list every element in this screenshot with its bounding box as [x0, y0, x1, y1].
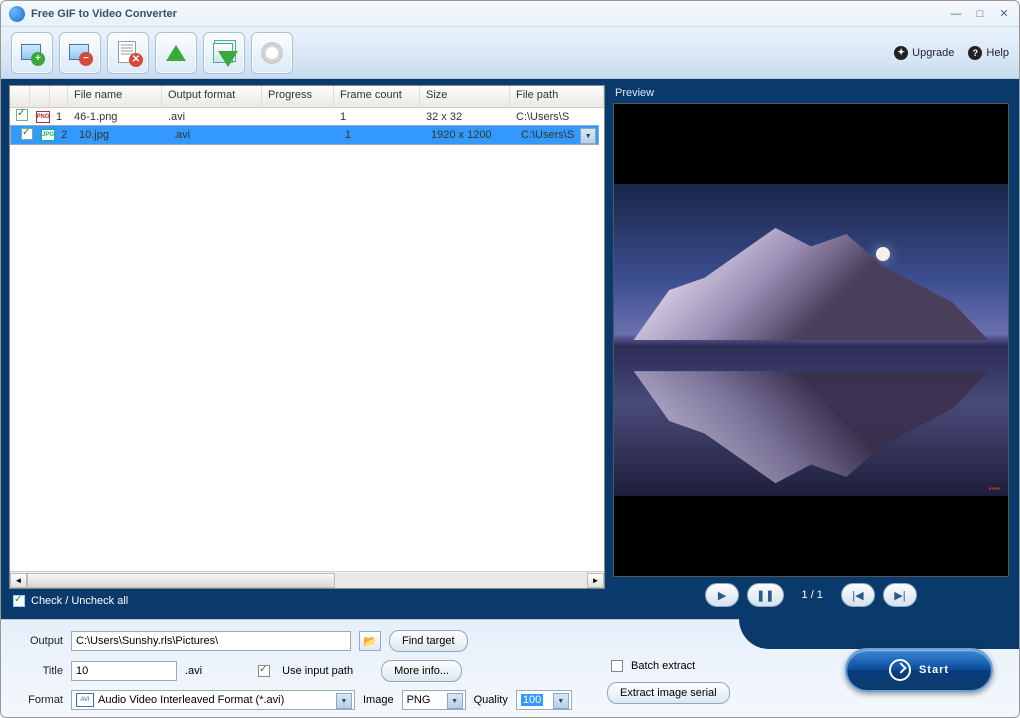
play-button[interactable]: ▶: [705, 583, 739, 607]
col-filepath[interactable]: File path: [510, 86, 604, 107]
bottom-panel: Output 📂 Find target Title .avi Use inpu…: [1, 619, 1019, 717]
find-target-button[interactable]: Find target: [389, 630, 468, 652]
scroll-thumb[interactable]: [27, 573, 335, 588]
use-input-path-checkbox[interactable]: [258, 665, 270, 677]
quality-label: Quality: [474, 694, 508, 706]
file-list: File name Output format Progress Frame c…: [9, 85, 605, 589]
folder-icon: 📂: [363, 635, 377, 648]
start-button[interactable]: Start: [845, 648, 993, 692]
check-all-checkbox[interactable]: [13, 595, 25, 607]
more-info-button[interactable]: More info...: [381, 660, 462, 682]
use-input-path-label: Use input path: [282, 665, 353, 677]
horizontal-scrollbar[interactable]: ◄ ►: [10, 571, 604, 588]
col-format[interactable]: Output format: [162, 86, 262, 107]
toolbar: + − ✕ ✦Upgrade ?Help: [1, 27, 1019, 79]
pause-button[interactable]: ❚❚: [747, 583, 783, 607]
file-type-icon: JPG: [41, 129, 55, 141]
column-headers: File name Output format Progress Frame c…: [10, 86, 604, 108]
check-all-label: Check / Uncheck all: [31, 595, 128, 607]
clear-list-button[interactable]: ✕: [107, 32, 149, 74]
preview-controls: ▶ ❚❚ 1 / 1 |◀ ▶|: [613, 577, 1009, 613]
upgrade-icon: ✦: [894, 46, 908, 60]
title-label: Title: [15, 665, 63, 677]
browse-output-button[interactable]: 📂: [359, 631, 381, 651]
extract-serial-button[interactable]: Extract image serial: [607, 682, 730, 704]
title-bar: Free GIF to Video Converter — □ ✕: [1, 1, 1019, 27]
maximize-button[interactable]: □: [973, 7, 987, 21]
title-input[interactable]: [71, 661, 177, 681]
minimize-button[interactable]: —: [949, 7, 963, 21]
move-down-button[interactable]: [203, 32, 245, 74]
row-checkbox[interactable]: [16, 109, 28, 121]
next-frame-button[interactable]: ▶|: [883, 583, 917, 607]
close-button[interactable]: ✕: [997, 7, 1011, 21]
col-size[interactable]: Size: [420, 86, 510, 107]
image-format-select[interactable]: PNG: [402, 690, 466, 710]
remove-file-button[interactable]: −: [59, 32, 101, 74]
table-row[interactable]: PNG 1 46-1.png .avi 1 32 x 32 C:\Users\S: [10, 108, 604, 125]
output-label: Output: [15, 635, 63, 647]
col-progress[interactable]: Progress: [262, 86, 334, 107]
table-row[interactable]: JPG 2 10.jpg .avi 1 1920 x 1200 C:\Users…: [10, 125, 599, 145]
watermark: ▪▪▪▪: [989, 484, 1000, 493]
app-icon: [9, 6, 25, 22]
preview-pane: ▪▪▪▪: [613, 103, 1009, 577]
file-type-icon: PNG: [36, 111, 50, 123]
quality-select[interactable]: 100: [516, 690, 572, 710]
preview-label: Preview: [613, 85, 1009, 103]
preview-image: ▪▪▪▪: [614, 184, 1008, 496]
prev-frame-button[interactable]: |◀: [841, 583, 875, 607]
add-file-button[interactable]: +: [11, 32, 53, 74]
image-label: Image: [363, 694, 394, 706]
settings-button[interactable]: [251, 32, 293, 74]
scroll-left-button[interactable]: ◄: [10, 573, 27, 588]
title-extension: .avi: [185, 665, 202, 677]
gear-icon: [261, 42, 283, 64]
arrow-up-icon: [166, 45, 186, 61]
help-icon: ?: [968, 46, 982, 60]
col-filename[interactable]: File name: [68, 86, 162, 107]
arrow-down-icon: [218, 51, 238, 67]
move-up-button[interactable]: [155, 32, 197, 74]
col-framecount[interactable]: Frame count: [334, 86, 420, 107]
app-title: Free GIF to Video Converter: [31, 8, 949, 20]
help-link[interactable]: ?Help: [968, 46, 1009, 60]
format-icon: AVI: [76, 693, 94, 707]
scroll-right-button[interactable]: ►: [587, 573, 604, 588]
upgrade-link[interactable]: ✦Upgrade: [894, 46, 954, 60]
format-label: Format: [15, 694, 63, 706]
row-checkbox[interactable]: [21, 128, 33, 140]
batch-extract-label: Batch extract: [631, 660, 695, 672]
batch-extract-checkbox[interactable]: [611, 660, 623, 672]
start-icon: [889, 659, 911, 681]
frame-counter: 1 / 1: [792, 589, 833, 601]
output-path-input[interactable]: [71, 631, 351, 651]
format-select[interactable]: AVI Audio Video Interleaved Format (*.av…: [71, 690, 355, 710]
